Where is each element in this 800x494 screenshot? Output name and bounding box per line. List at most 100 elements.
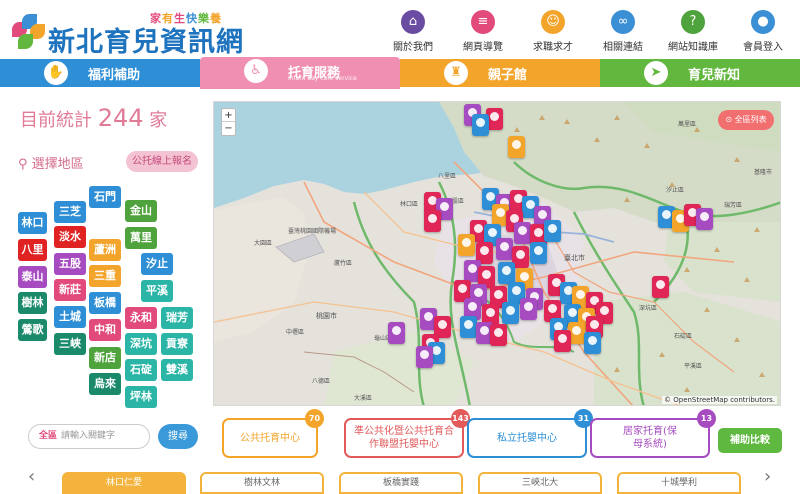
map-marker-icon[interactable] <box>514 222 531 244</box>
map-marker-icon[interactable] <box>388 322 405 344</box>
district-button[interactable]: 泰山 <box>18 266 47 288</box>
category-filter-button[interactable]: 居家托育(保母系統) 13 <box>590 409 716 458</box>
map-marker-icon[interactable] <box>458 234 475 256</box>
district-button[interactable]: 汐止 <box>141 253 173 275</box>
district-button[interactable]: 蘆洲 <box>89 239 121 261</box>
stroller-icon: ♿ <box>244 59 268 83</box>
topnav-item[interactable]: ∞ 相關連結 <box>588 8 658 54</box>
center-tab[interactable]: 林口仁愛 <box>62 472 186 494</box>
topnav-item[interactable]: ● 會員登入 <box>728 8 798 54</box>
stroller-icon <box>538 210 547 219</box>
stroller-icon <box>506 306 515 315</box>
district-button[interactable]: 貢寮 <box>161 333 193 355</box>
search-button[interactable]: 搜尋 <box>158 424 198 449</box>
district-button[interactable]: 三峽 <box>54 333 86 355</box>
mainnav-sublabel: Infant day care service <box>288 75 357 82</box>
map-marker-icon[interactable] <box>652 276 669 298</box>
stroller-icon <box>482 270 491 279</box>
topnav-item[interactable]: ⌂ 關於我們 <box>378 8 448 54</box>
map-marker-icon[interactable] <box>502 302 519 324</box>
district-button[interactable]: 土城 <box>54 306 86 328</box>
mainnav-item[interactable]: ♜ 親子館 <box>400 59 600 87</box>
mainnav-item[interactable]: ➤ 育兒新知 <box>600 59 800 87</box>
map[interactable]: 臺灣桃園國際機場 大園區 蘆竹區 八里區 林口區 五股區 臺北市 桃園市 汐止區… <box>213 101 781 406</box>
district-button[interactable]: 五股 <box>54 253 86 275</box>
map-marker-icon[interactable] <box>544 220 561 242</box>
prev-arrow-icon[interactable]: ‹ <box>28 466 35 487</box>
map-marker-icon[interactable] <box>520 298 537 320</box>
category-filter-button[interactable]: 公共托育中心 70 <box>222 409 324 458</box>
stroller-icon <box>500 242 509 251</box>
category-filter-button[interactable]: 準公共化暨公共托育合作聯盟托嬰中心 143 <box>344 409 470 458</box>
district-button[interactable]: 金山 <box>125 200 157 222</box>
map-marker-icon[interactable] <box>554 330 571 352</box>
person-icon: ☺ <box>541 10 565 34</box>
next-arrow-icon[interactable]: › <box>764 466 771 487</box>
map-marker-icon[interactable] <box>416 346 433 368</box>
district-button[interactable]: 三重 <box>89 265 121 287</box>
district-button[interactable]: 三芝 <box>54 201 86 223</box>
map-marker-icon[interactable] <box>584 332 601 354</box>
district-button[interactable]: 烏來 <box>89 373 121 395</box>
map-marker-icon[interactable] <box>424 210 441 232</box>
category-label: 私立托嬰中心 <box>497 432 557 444</box>
district-button[interactable]: 鶯歌 <box>18 319 47 341</box>
all-city-list-button[interactable]: ⊙ 全區列表 <box>718 110 774 130</box>
site-logo[interactable]: 新北育兒資訊網 家有生快樂養 <box>8 6 278 58</box>
district-button[interactable]: 淡水 <box>54 226 86 248</box>
map-marker-icon[interactable] <box>696 208 713 230</box>
district-button[interactable]: 新店 <box>89 347 121 369</box>
topnav-item[interactable]: ☺ 求職求才 <box>518 8 588 54</box>
mainnav-label: 育兒新知 <box>688 68 741 83</box>
search-area-select[interactable]: 全區 <box>39 431 57 441</box>
district-button[interactable]: 萬里 <box>125 227 157 249</box>
map-marker-icon[interactable] <box>490 324 507 346</box>
map-marker-icon[interactable] <box>496 238 513 260</box>
zoom-out-button[interactable]: − <box>222 122 235 135</box>
district-button[interactable]: 永和 <box>125 307 157 329</box>
mainnav-label: 福利補助 <box>88 68 141 83</box>
center-tab[interactable]: 樹林文林 <box>200 472 324 494</box>
district-button[interactable]: 八里 <box>18 239 47 261</box>
center-tab[interactable]: 十城學利 <box>617 472 741 494</box>
stroller-icon <box>488 228 497 237</box>
topnav-item[interactable]: ? 網站知識庫 <box>658 8 728 54</box>
topnav-item[interactable]: ≡ 網頁導覽 <box>448 8 518 54</box>
map-marker-icon[interactable] <box>460 316 477 338</box>
top-navigation: ⌂ 關於我們 ≡ 網頁導覽 ☺ 求職求才 ∞ 相關連結? 網站知識庫 ● 會員登入 <box>378 8 798 54</box>
stroller-icon <box>700 212 709 221</box>
stroller-icon <box>548 304 557 313</box>
signup-button[interactable]: 公托線上報名 <box>126 151 198 172</box>
compare-subsidy-button[interactable]: 補助比較 <box>718 428 782 453</box>
district-button[interactable]: 平溪 <box>141 280 173 302</box>
user-icon: ● <box>751 10 775 34</box>
center-tab[interactable]: 三峽北大 <box>478 472 602 494</box>
stroller-icon <box>502 266 511 275</box>
district-button[interactable]: 瑞芳 <box>161 307 193 329</box>
district-button[interactable]: 樹林 <box>18 292 47 314</box>
svg-text:大園區: 大園區 <box>254 239 272 247</box>
zoom-in-button[interactable]: + <box>222 109 235 122</box>
district-button[interactable]: 坪林 <box>125 386 157 408</box>
district-button[interactable]: 新莊 <box>54 279 86 301</box>
search-input[interactable]: 全區 請輸入關鍵字 <box>28 424 150 449</box>
district-button[interactable]: 雙溪 <box>161 359 193 381</box>
district-button[interactable]: 中和 <box>89 319 121 341</box>
map-marker-icon[interactable] <box>530 242 547 264</box>
mainnav-item[interactable]: ♿ 托育服務 Infant day care service <box>200 57 400 89</box>
question-icon: ? <box>681 10 705 34</box>
category-filter-button[interactable]: 私立托嬰中心 31 <box>467 409 593 458</box>
hands-icon: ✋ <box>44 61 68 85</box>
map-marker-icon[interactable] <box>472 114 489 136</box>
district-button[interactable]: 林口 <box>18 212 47 234</box>
mainnav-item[interactable]: ✋ 福利補助 <box>0 59 200 87</box>
map-marker-icon[interactable] <box>508 136 525 158</box>
district-button[interactable]: 石碇 <box>125 359 157 381</box>
main-navigation: ✋ 福利補助 ♿ 托育服務 Infant day care service ♜ 親子館 ➤ 育兒… <box>0 57 800 89</box>
svg-text:臺灣桃園國際機場: 臺灣桃園國際機場 <box>288 227 336 235</box>
district-button[interactable]: 深坑 <box>125 333 157 355</box>
center-tab[interactable]: 板橋實踐 <box>339 472 463 494</box>
map-marker-icon[interactable] <box>498 262 515 284</box>
district-button[interactable]: 石門 <box>89 186 121 208</box>
district-button[interactable]: 板橋 <box>89 292 121 314</box>
